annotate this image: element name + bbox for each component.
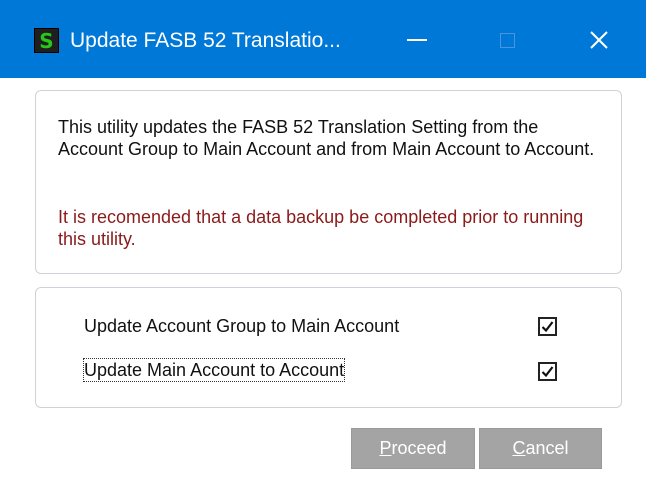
description-text: This utility updates the FASB 52 Transla… [58, 117, 595, 159]
app-icon[interactable]: S [34, 28, 59, 53]
checkbox-main-to-account[interactable] [538, 362, 557, 381]
option-label-group-to-main[interactable]: Update Account Group to Main Account [84, 315, 399, 337]
cancel-button[interactable]: Cancel [479, 428, 602, 469]
proceed-button[interactable]: Proceed [351, 428, 475, 469]
window-title: Update FASB 52 Translatio... [70, 29, 341, 52]
option-label-main-to-account[interactable]: Update Main Account to Account [82, 358, 346, 382]
app-icon-letter: S [39, 28, 54, 53]
info-panel: This utility updates the FASB 52 Transla… [35, 90, 622, 274]
warning-text: It is recomended that a data backup be c… [58, 207, 584, 249]
title-bar[interactable]: S Update FASB 52 Translatio... [0, 0, 646, 78]
proceed-mnemonic: P [379, 438, 392, 458]
proceed-label: roceed [391, 438, 447, 458]
cancel-mnemonic: C [512, 438, 526, 458]
minimize-icon [407, 39, 427, 41]
maximize-icon [499, 32, 515, 48]
close-button[interactable] [574, 16, 624, 64]
cancel-label: ancel [525, 438, 569, 458]
options-panel [35, 287, 622, 408]
checkbox-group-to-main[interactable] [538, 317, 557, 336]
minimize-button[interactable] [392, 16, 442, 64]
maximize-button [482, 16, 532, 64]
dialog-window: S Update FASB 52 Translatio... This util… [0, 0, 646, 487]
checkmark-icon [541, 321, 554, 333]
close-icon [590, 31, 608, 49]
checkmark-icon [541, 366, 554, 378]
